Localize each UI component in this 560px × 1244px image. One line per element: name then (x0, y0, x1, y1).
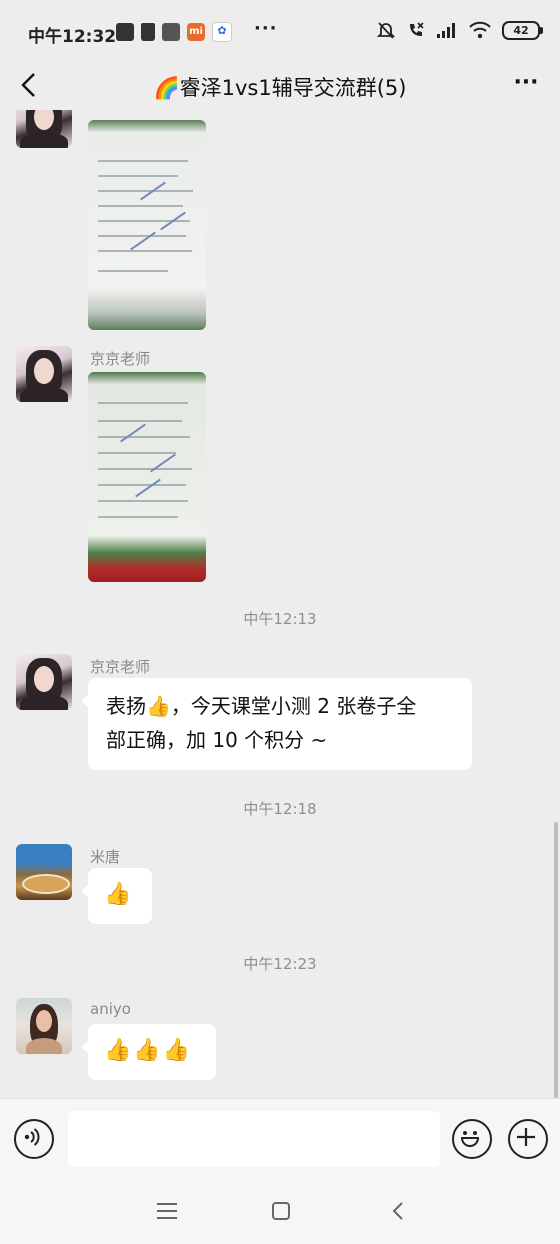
text-message-bubble[interactable]: 表扬👍，今天课堂小测 2 张卷子全 部正确，加 10 个积分 ~ (81, 678, 472, 770)
emoji-button[interactable] (452, 1119, 492, 1159)
sender-name: 米唐 (90, 848, 121, 866)
trash-icon (141, 23, 155, 41)
baidu-paw-icon: ✿ (212, 22, 232, 42)
time-separator: 中午12:23 (243, 955, 317, 973)
message-input[interactable] (68, 1111, 440, 1167)
plus-icon (517, 1128, 535, 1146)
thumbs-up-emoji: 👍 (104, 882, 132, 907)
notification-icons: mi ✿ (116, 22, 232, 42)
chat-message-list[interactable]: 京京老师 中午12:13 京京老师 表扬👍，今天课堂小测 2 张卷子全 部正确，… (0, 110, 560, 1098)
signal-icon (437, 23, 455, 38)
system-back-button[interactable] (384, 1198, 414, 1224)
status-time: 中午12:32 (28, 27, 117, 47)
avatar[interactable] (16, 844, 72, 900)
text-message-bubble[interactable]: 👍 (81, 868, 152, 924)
shopping-bag-icon (162, 23, 180, 41)
status-right-icons: 42 (376, 20, 543, 40)
message-icon (116, 23, 134, 41)
time-separator: 中午12:18 (243, 800, 317, 818)
home-button[interactable] (266, 1198, 296, 1224)
avatar[interactable] (16, 110, 72, 148)
thumbs-up-emoji: 👍👍👍 (104, 1038, 193, 1063)
sender-name: 京京老师 (90, 350, 151, 368)
system-navigation-bar (0, 1178, 560, 1244)
avatar[interactable] (16, 346, 72, 402)
avatar[interactable] (16, 998, 72, 1054)
avatar[interactable] (16, 654, 72, 710)
more-actions-button[interactable] (508, 1119, 548, 1159)
voice-icon (24, 1128, 40, 1146)
sender-name: 京京老师 (90, 658, 151, 676)
status-bar: 中午12:32 mi ✿ ··· 42 (0, 0, 560, 60)
menu-icon (157, 1203, 177, 1219)
message-text-line: 部正确，加 10 个积分 ~ (106, 728, 328, 752)
call-missed-icon (410, 22, 424, 36)
wifi-icon (469, 21, 491, 39)
battery-indicator: 42 (502, 20, 543, 40)
input-bar (0, 1098, 560, 1179)
smiley-icon (460, 1131, 480, 1147)
square-icon (272, 1202, 290, 1220)
text-message-bubble[interactable]: 👍👍👍 (81, 1024, 216, 1080)
mi-app-icon: mi (187, 23, 205, 41)
recent-apps-button[interactable] (152, 1198, 182, 1224)
message-text-line: 表扬👍，今天课堂小测 2 张卷子全 (106, 694, 417, 718)
image-message[interactable] (88, 372, 206, 582)
chat-header: 🌈睿泽1vs1辅导交流群(5) ··· (0, 60, 560, 110)
more-dots-icon: ··· (513, 70, 539, 95)
time-separator: 中午12:13 (243, 610, 317, 628)
scrollbar[interactable] (554, 822, 558, 1098)
sender-name: aniyo (90, 1000, 131, 1018)
voice-input-button[interactable] (14, 1119, 54, 1159)
image-message[interactable] (88, 120, 206, 330)
mute-bell-icon (376, 22, 396, 39)
more-options-button[interactable]: ··· (510, 68, 542, 102)
chat-title: 🌈睿泽1vs1辅导交流群(5) (153, 76, 407, 100)
chevron-left-icon (392, 1202, 403, 1220)
more-notifications-icon: ··· (254, 18, 278, 39)
